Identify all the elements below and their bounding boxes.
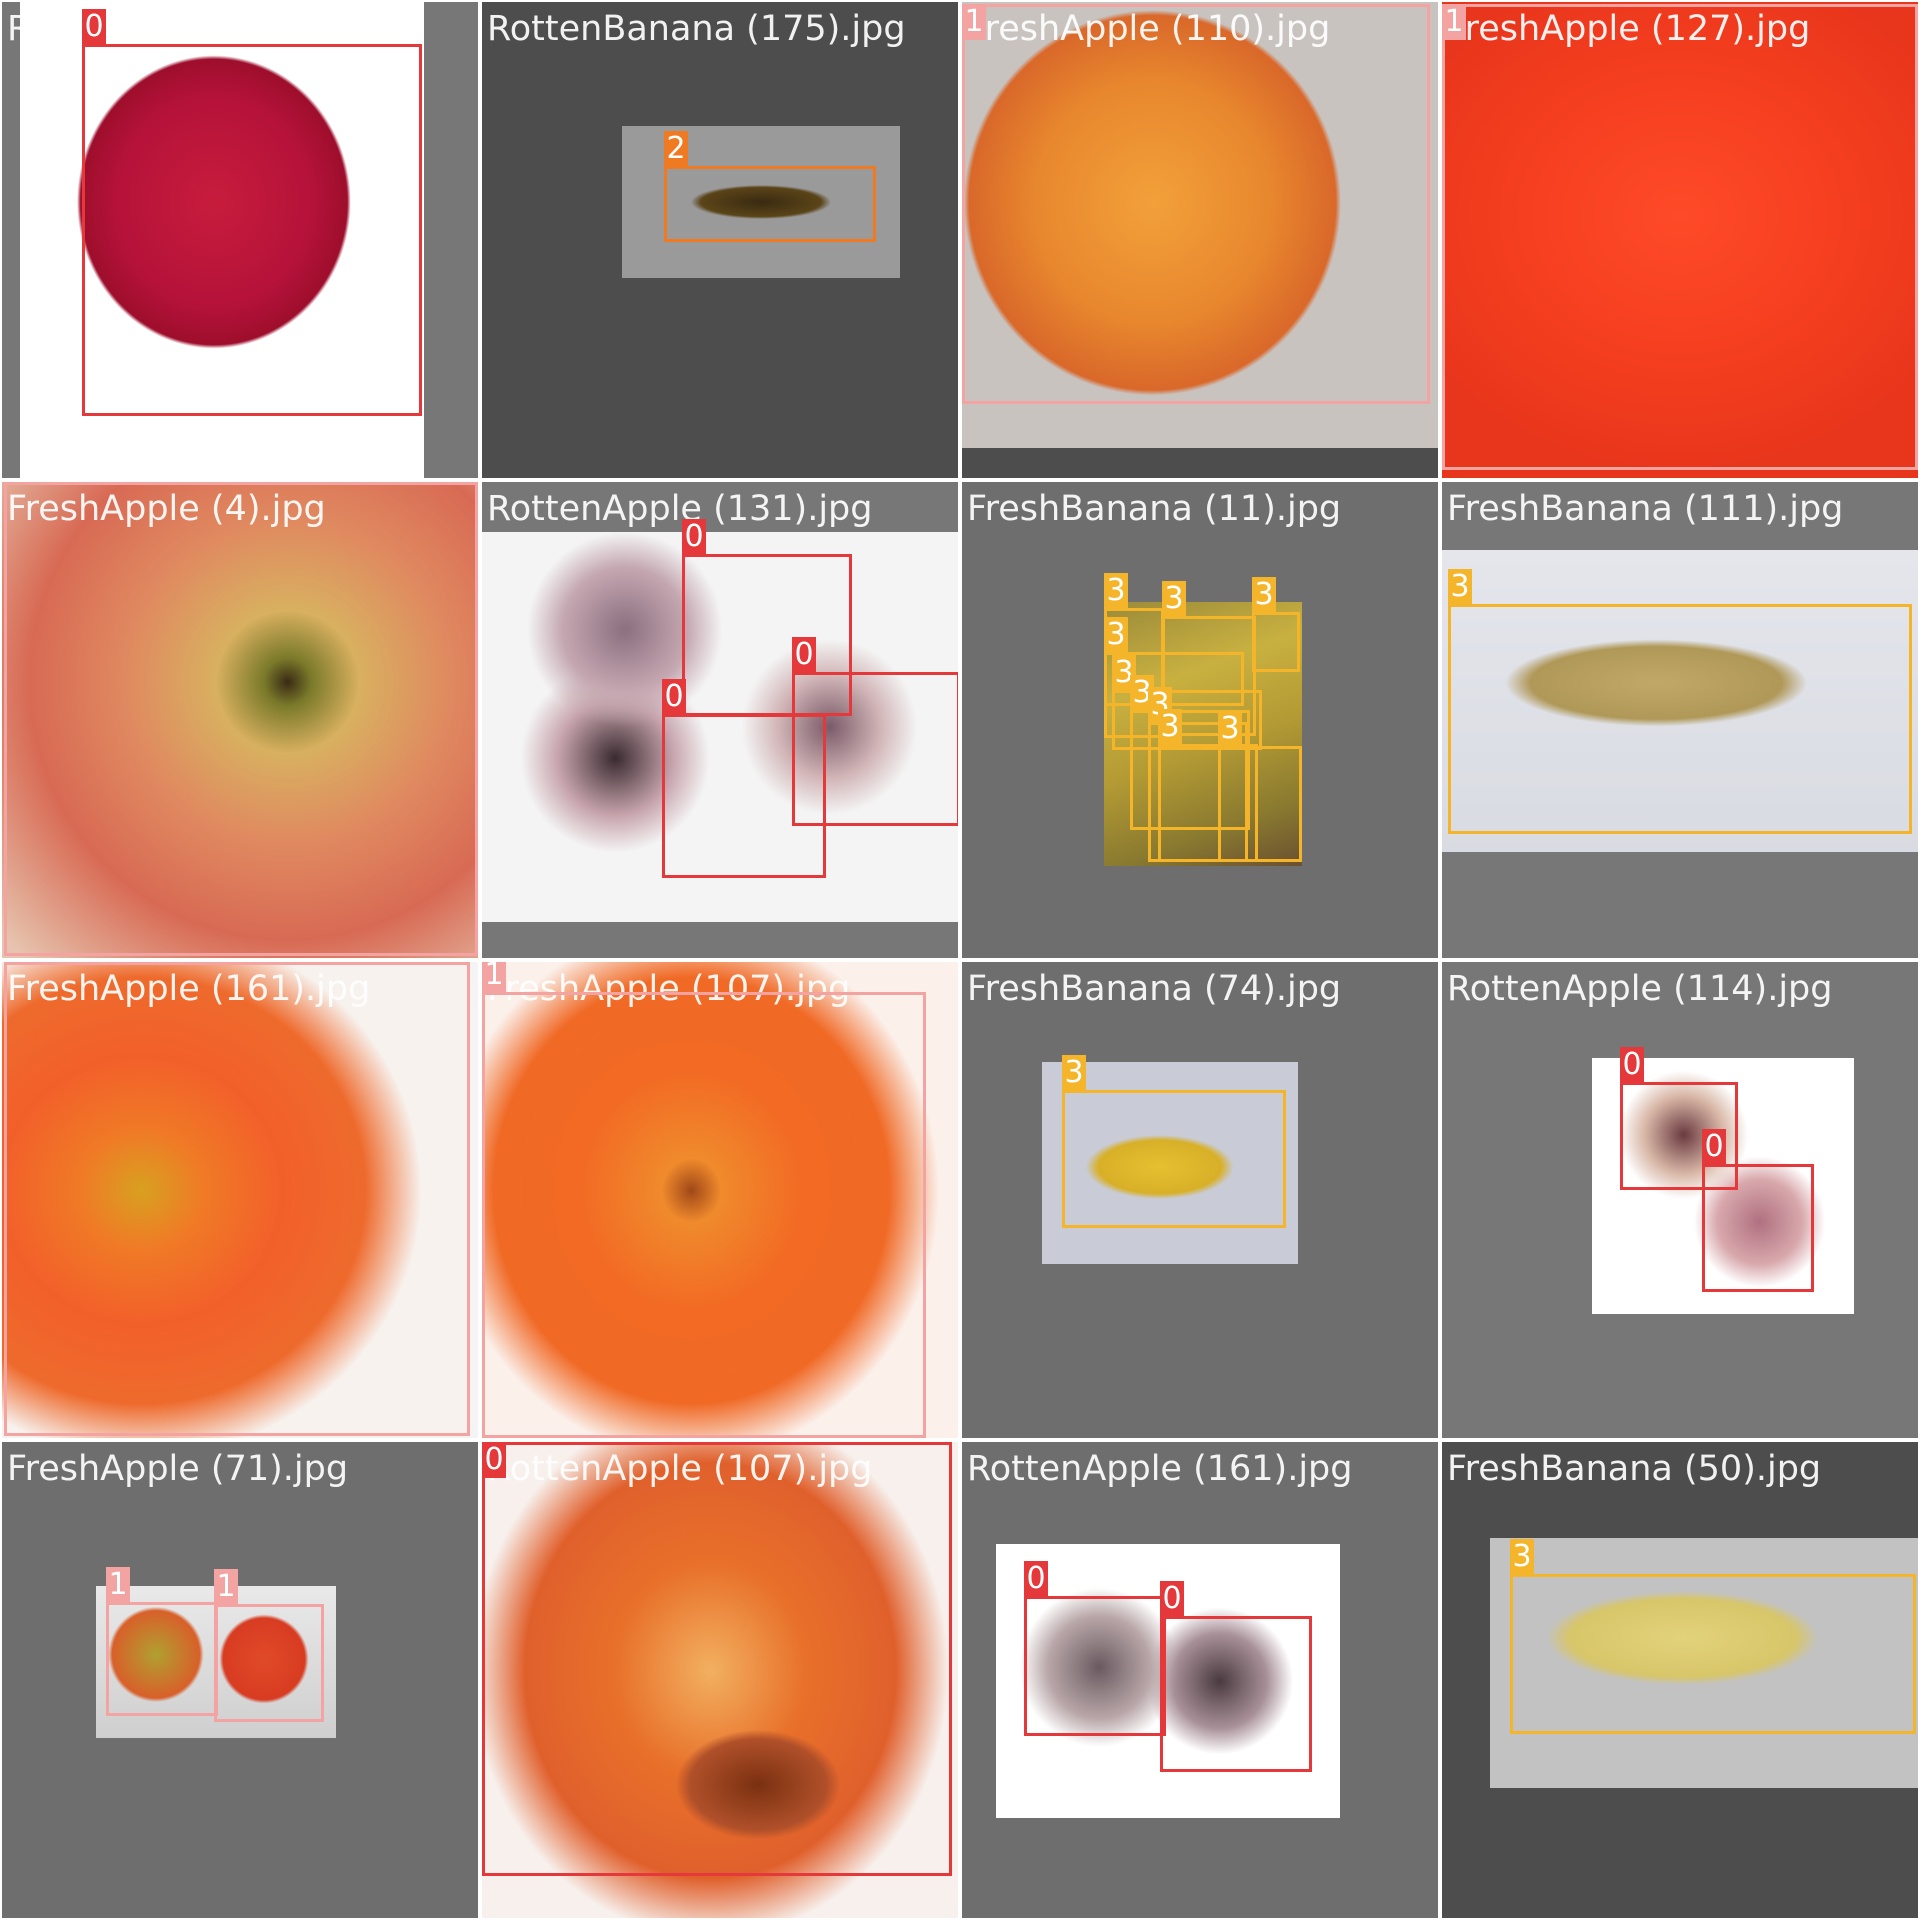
mosaic-tile: FreshBanana (74).jpg 3 <box>962 962 1438 1438</box>
mosaic-tile: RottenApple (107).jpg 0 <box>482 1442 958 1918</box>
filename-label: RottenApple (114).jpg <box>1447 969 1833 1009</box>
class-tag: 3 <box>1218 711 1242 747</box>
class-tag: 0 <box>662 679 686 715</box>
class-tag: 3 <box>1104 573 1128 609</box>
bounding-box: 1 <box>1442 4 1918 470</box>
mosaic-tile: FreshApple (107).jpg 1 <box>482 962 958 1438</box>
filename-label: FreshApple (71).jpg <box>7 1449 349 1489</box>
mosaic-tile: RottenApple (72).jpg 0 <box>2 2 478 478</box>
bounding-box: 1 <box>214 1569 324 1722</box>
mosaic-tile: FreshBanana (111).jpg 3 <box>1442 482 1918 958</box>
bounding-box: 0 <box>1160 1581 1312 1772</box>
mosaic-tile: RottenApple (114).jpg 0 0 <box>1442 962 1918 1438</box>
class-tag: 1 <box>4 482 28 483</box>
bounding-box: 3 <box>1218 711 1302 862</box>
filename-label: RottenApple (131).jpg <box>487 489 873 529</box>
class-tag: 1 <box>1442 4 1466 40</box>
bounding-box: 1 <box>962 4 1430 404</box>
bounding-box: 1 <box>4 482 478 956</box>
class-tag: 1 <box>482 962 506 993</box>
class-tag: 0 <box>1024 1561 1048 1597</box>
class-tag: 3 <box>1104 617 1128 653</box>
filename-label: RottenApple (161).jpg <box>967 1449 1353 1489</box>
mosaic-tile: FreshApple (161).jpg 1 <box>2 962 478 1438</box>
mosaic-tile: RottenApple (131).jpg 0 0 0 <box>482 482 958 958</box>
bounding-box: 1 <box>4 962 470 1436</box>
class-tag: 2 <box>664 131 688 167</box>
mosaic-tile: FreshBanana (50).jpg 3 <box>1442 1442 1918 1918</box>
mosaic-tile: RottenApple (161).jpg 0 0 <box>962 1442 1438 1918</box>
bounding-box: 1 <box>482 962 926 1438</box>
mosaic-tile: RottenBanana (175).jpg 2 <box>482 2 958 478</box>
class-tag: 0 <box>682 519 706 555</box>
class-tag: 3 <box>1252 577 1276 613</box>
filename-label: RottenBanana (175).jpg <box>487 9 906 49</box>
bounding-box: 0 <box>1702 1129 1814 1292</box>
bounding-box: 2 <box>664 131 876 242</box>
class-tag: 3 <box>1162 581 1186 617</box>
class-tag: 0 <box>1160 1581 1184 1617</box>
bounding-box: 1 <box>106 1567 218 1716</box>
bounding-box: 3 <box>1448 569 1912 834</box>
class-tag: 0 <box>1620 1047 1644 1083</box>
class-tag: 3 <box>1510 1539 1534 1575</box>
filename-label: FreshBanana (111).jpg <box>1447 489 1844 529</box>
filename-label: FreshBanana (11).jpg <box>967 489 1342 529</box>
mosaic-tile: FreshApple (71).jpg 1 1 <box>2 1442 478 1918</box>
class-tag: 1 <box>962 4 986 40</box>
bounding-box: 0 <box>82 9 422 416</box>
mosaic-tile: FreshApple (127).jpg 1 <box>1442 2 1918 478</box>
class-tag: 3 <box>1062 1055 1086 1091</box>
bounding-box: 3 <box>1062 1055 1286 1228</box>
class-tag: 0 <box>1702 1129 1726 1165</box>
class-tag: 1 <box>4 962 28 963</box>
mosaic-tile: FreshApple (110).jpg 1 <box>962 2 1438 478</box>
bounding-box: 3 <box>1252 577 1300 672</box>
class-tag: 1 <box>106 1567 130 1603</box>
bounding-box: 3 <box>1510 1539 1916 1734</box>
class-tag: 0 <box>82 9 106 45</box>
filename-label: FreshBanana (74).jpg <box>967 969 1342 1009</box>
annotated-image-mosaic: RottenApple (72).jpg 0 RottenBanana (175… <box>0 0 1920 1920</box>
class-tag: 3 <box>1448 569 1472 605</box>
bounding-box: 0 <box>482 1442 952 1876</box>
filename-label: FreshBanana (50).jpg <box>1447 1449 1822 1489</box>
bounding-box: 0 <box>662 679 826 878</box>
mosaic-tile: FreshApple (4).jpg 1 <box>2 482 478 958</box>
class-tag: 0 <box>792 637 816 673</box>
class-tag: 0 <box>482 1442 506 1478</box>
class-tag: 1 <box>214 1569 238 1605</box>
class-tag: 3 <box>1158 709 1182 745</box>
bounding-box: 0 <box>1024 1561 1166 1736</box>
mosaic-tile: FreshBanana (11).jpg 3 3 3 3 3 3 3 3 3 <box>962 482 1438 958</box>
